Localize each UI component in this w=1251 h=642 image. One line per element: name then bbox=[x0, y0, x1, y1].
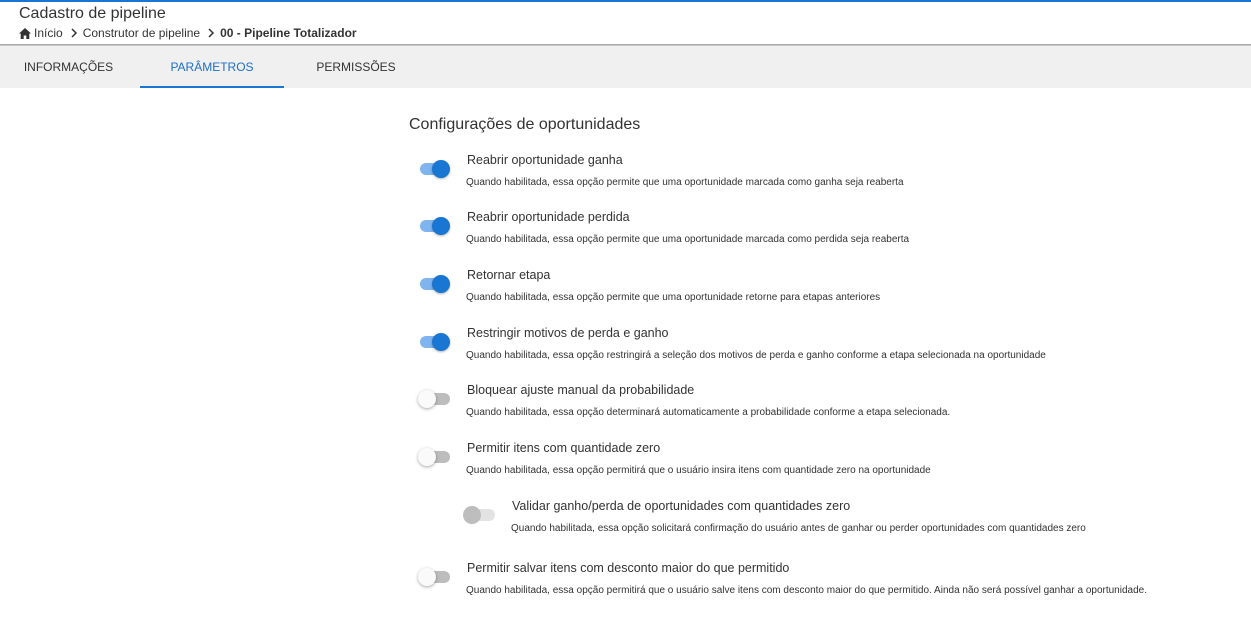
option-restrict-reasons: Restringir motivos de perda e ganho Quan… bbox=[418, 326, 1218, 376]
page-header: Cadastro de pipeline Início Construtor d… bbox=[0, 2, 1251, 44]
tab-permissoes[interactable]: PERMISSÕES bbox=[284, 46, 428, 88]
chevron-right-icon bbox=[68, 27, 80, 39]
breadcrumb-current: 00 - Pipeline Totalizador bbox=[220, 26, 357, 40]
toggle-switch[interactable] bbox=[418, 567, 454, 587]
option-description: Quando habilitada, essa opção permite qu… bbox=[466, 234, 910, 245]
option-label: Permitir salvar itens com desconto maior… bbox=[467, 561, 790, 575]
option-label: Reabrir oportunidade ganha bbox=[467, 153, 623, 167]
section-title: Configurações de oportunidades bbox=[409, 116, 641, 133]
option-description: Quando habilitada, essa opção determinar… bbox=[466, 407, 951, 418]
toggle-switch[interactable] bbox=[418, 159, 454, 179]
breadcrumb-home[interactable]: Início bbox=[34, 26, 63, 40]
breadcrumb: Início Construtor de pipeline 00 - Pipel… bbox=[19, 26, 357, 40]
tab-informacoes[interactable]: INFORMAÇÕES bbox=[0, 46, 137, 88]
toggle-switch[interactable] bbox=[418, 389, 454, 409]
option-block-probability: Bloquear ajuste manual da probabilidade … bbox=[418, 383, 1218, 433]
toggle-switch-disabled bbox=[463, 505, 499, 525]
option-return-stage: Retornar etapa Quando habilitada, essa o… bbox=[418, 268, 1218, 318]
breadcrumb-pipeline-builder[interactable]: Construtor de pipeline bbox=[83, 26, 200, 40]
tab-parametros[interactable]: PARÂMETROS bbox=[140, 46, 284, 88]
option-description: Quando habilitada, essa opção permitirá … bbox=[466, 585, 1147, 596]
option-label: Validar ganho/perda de oportunidades com… bbox=[512, 499, 851, 513]
toggle-switch[interactable] bbox=[418, 216, 454, 236]
home-icon[interactable] bbox=[19, 27, 31, 39]
option-label: Permitir itens com quantidade zero bbox=[467, 441, 661, 455]
option-description: Quando habilitada, essa opção solicitará… bbox=[511, 523, 1086, 534]
option-description: Quando habilitada, essa opção permite qu… bbox=[466, 292, 881, 303]
tab-bar: INFORMAÇÕES PARÂMETROS PERMISSÕES bbox=[0, 46, 1251, 88]
option-reopen-won: Reabrir oportunidade ganha Quando habili… bbox=[418, 153, 1218, 203]
toggle-switch[interactable] bbox=[418, 332, 454, 352]
active-tab-indicator bbox=[140, 86, 284, 88]
option-label: Bloquear ajuste manual da probabilidade bbox=[467, 383, 695, 397]
option-reopen-lost: Reabrir oportunidade perdida Quando habi… bbox=[418, 210, 1218, 260]
option-label: Reabrir oportunidade perdida bbox=[467, 210, 630, 224]
page-title: Cadastro de pipeline bbox=[19, 5, 166, 22]
option-description: Quando habilitada, essa opção restringir… bbox=[466, 350, 1046, 361]
toggle-switch[interactable] bbox=[418, 447, 454, 467]
option-zero-quantity: Permitir itens com quantidade zero Quand… bbox=[418, 441, 1218, 491]
option-label: Retornar etapa bbox=[467, 268, 551, 282]
toggle-switch[interactable] bbox=[418, 274, 454, 294]
option-description: Quando habilitada, essa opção permitirá … bbox=[466, 465, 931, 476]
chevron-right-icon bbox=[205, 27, 217, 39]
option-description: Quando habilitada, essa opção permite qu… bbox=[466, 177, 904, 188]
option-label: Restringir motivos de perda e ganho bbox=[467, 326, 669, 340]
option-validate-zero-quantity: Validar ganho/perda de oportunidades com… bbox=[463, 499, 1251, 549]
option-save-over-discount: Permitir salvar itens com desconto maior… bbox=[418, 561, 1218, 611]
